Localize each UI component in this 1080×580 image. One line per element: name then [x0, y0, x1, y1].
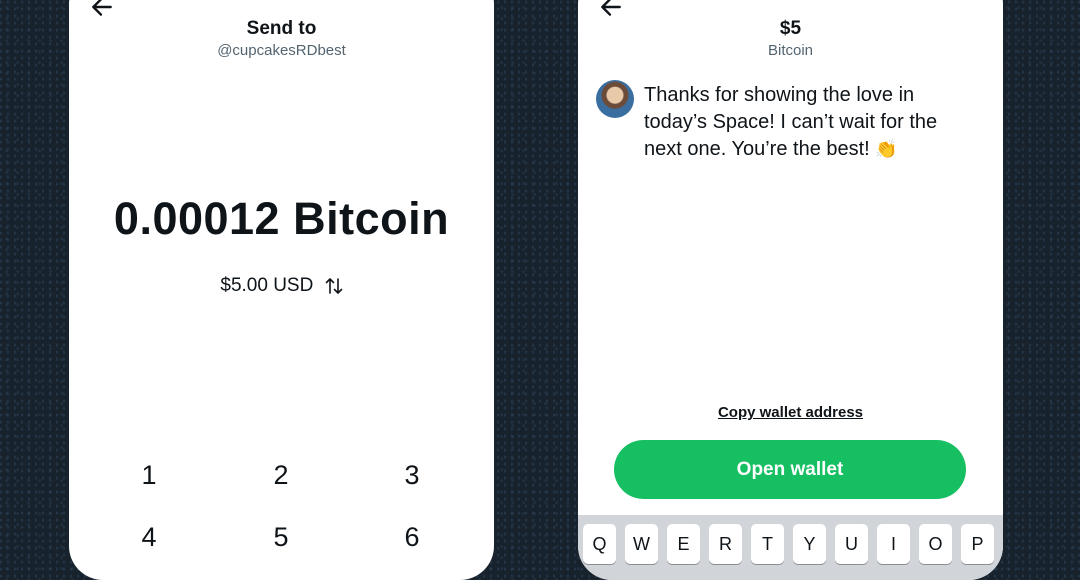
key-6[interactable]: 6	[382, 522, 442, 553]
key-r[interactable]: R	[709, 524, 742, 564]
key-t[interactable]: T	[751, 524, 784, 564]
key-q[interactable]: Q	[583, 524, 616, 564]
tip-message: Thanks for showing the love in today’s S…	[644, 82, 964, 163]
key-5[interactable]: 5	[251, 522, 311, 553]
confirm-screen: $5 Bitcoin Thanks for showing the love i…	[578, 0, 1003, 580]
key-2[interactable]: 2	[251, 460, 311, 491]
copy-wallet-address-link[interactable]: Copy wallet address	[578, 404, 1003, 421]
key-p[interactable]: P	[961, 524, 994, 564]
currency-label: Bitcoin	[767, 42, 814, 59]
key-y[interactable]: Y	[793, 524, 826, 564]
key-1[interactable]: 1	[119, 460, 179, 491]
key-i[interactable]: I	[877, 524, 910, 564]
fiat-amount: $5.00 USD	[220, 275, 314, 296]
key-w[interactable]: W	[625, 524, 658, 564]
avatar	[596, 80, 634, 118]
key-o[interactable]: O	[919, 524, 952, 564]
back-arrow-icon[interactable]	[89, 0, 115, 20]
page-title: $5	[779, 18, 802, 39]
send-screen: Send to @cupcakesRDbest 0.00012 Bitcoin …	[69, 0, 494, 580]
key-u[interactable]: U	[835, 524, 868, 564]
key-4[interactable]: 4	[119, 522, 179, 553]
recipient-handle: @cupcakesRDbest	[217, 42, 346, 59]
clapping-hands-icon: 👏	[875, 139, 898, 159]
page-title: Send to	[246, 18, 317, 39]
swap-icon[interactable]	[325, 276, 343, 296]
key-e[interactable]: E	[667, 524, 700, 564]
fiat-amount-row: $5.00 USD	[69, 275, 494, 297]
key-3[interactable]: 3	[382, 460, 442, 491]
open-wallet-button[interactable]: Open wallet	[614, 440, 966, 499]
back-arrow-icon[interactable]	[598, 0, 624, 20]
crypto-amount: 0.00012 Bitcoin	[113, 193, 450, 244]
